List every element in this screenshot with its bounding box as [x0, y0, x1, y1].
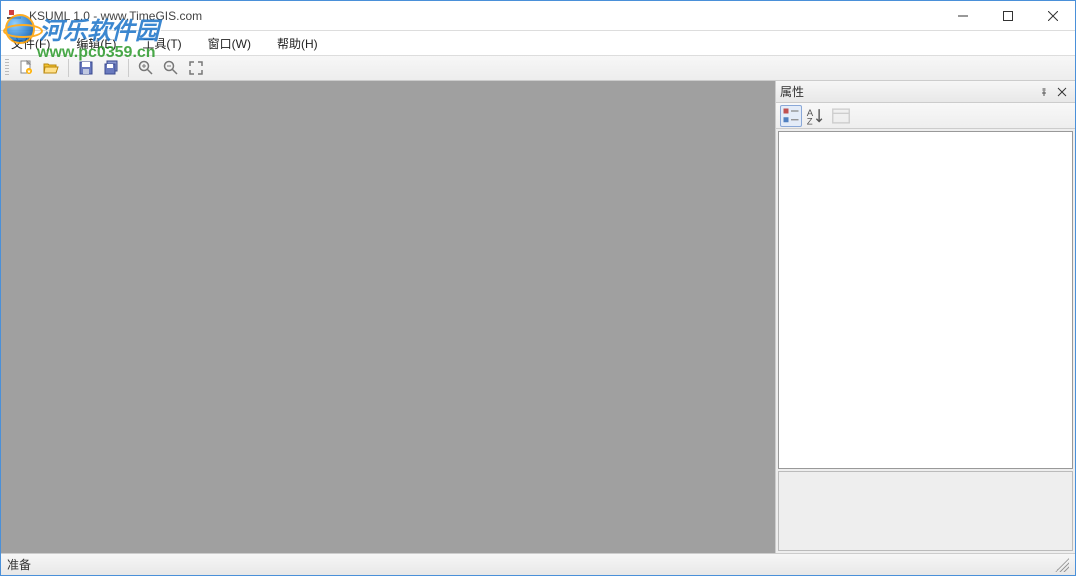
- save-button[interactable]: [75, 57, 97, 79]
- categorized-button[interactable]: [780, 105, 802, 127]
- new-file-button[interactable]: ★: [15, 57, 37, 79]
- properties-description: [778, 471, 1073, 551]
- main-area: 属性 AZ: [1, 81, 1075, 553]
- window-controls: [940, 1, 1075, 30]
- properties-panel: 属性 AZ: [775, 81, 1075, 553]
- svg-text:Z: Z: [807, 116, 813, 127]
- window-title: KSUML 1.0 - www.TimeGIS.com: [29, 9, 202, 23]
- toolbar: ★: [1, 55, 1075, 81]
- fit-screen-button[interactable]: [185, 57, 207, 79]
- menu-window[interactable]: 窗口(W): [204, 31, 255, 56]
- toolbar-grip: [5, 59, 9, 77]
- pin-button[interactable]: [1035, 83, 1053, 101]
- menu-tools[interactable]: 工具(T): [138, 31, 185, 56]
- menubar: 文件(F) 编辑(E) 工具(T) 窗口(W) 帮助(H): [1, 31, 1075, 55]
- resize-grip[interactable]: [1055, 558, 1069, 572]
- zoom-out-button[interactable]: [160, 57, 182, 79]
- titlebar: KSUML 1.0 - www.TimeGIS.com: [1, 1, 1075, 31]
- minimize-button[interactable]: [940, 1, 985, 30]
- status-text: 准备: [7, 556, 31, 573]
- menu-help[interactable]: 帮助(H): [273, 31, 322, 56]
- canvas-workspace[interactable]: [1, 81, 775, 553]
- properties-grid[interactable]: [778, 131, 1073, 469]
- properties-toolbar: AZ: [776, 103, 1075, 129]
- menu-file[interactable]: 文件(F): [7, 31, 54, 56]
- alphabetical-button[interactable]: AZ: [804, 105, 826, 127]
- save-all-button[interactable]: [100, 57, 122, 79]
- toolbar-separator: [128, 59, 129, 77]
- panel-close-button[interactable]: [1053, 83, 1071, 101]
- open-folder-button[interactable]: [40, 57, 62, 79]
- property-pages-button[interactable]: [830, 105, 852, 127]
- close-button[interactable]: [1030, 1, 1075, 30]
- statusbar: 准备: [1, 553, 1075, 575]
- svg-text:★: ★: [27, 69, 32, 75]
- menu-edit[interactable]: 编辑(E): [72, 31, 120, 56]
- zoom-in-button[interactable]: [135, 57, 157, 79]
- properties-title: 属性: [780, 83, 1035, 100]
- toolbar-separator: [68, 59, 69, 77]
- properties-header: 属性: [776, 81, 1075, 103]
- maximize-button[interactable]: [985, 1, 1030, 30]
- app-icon: [7, 8, 23, 24]
